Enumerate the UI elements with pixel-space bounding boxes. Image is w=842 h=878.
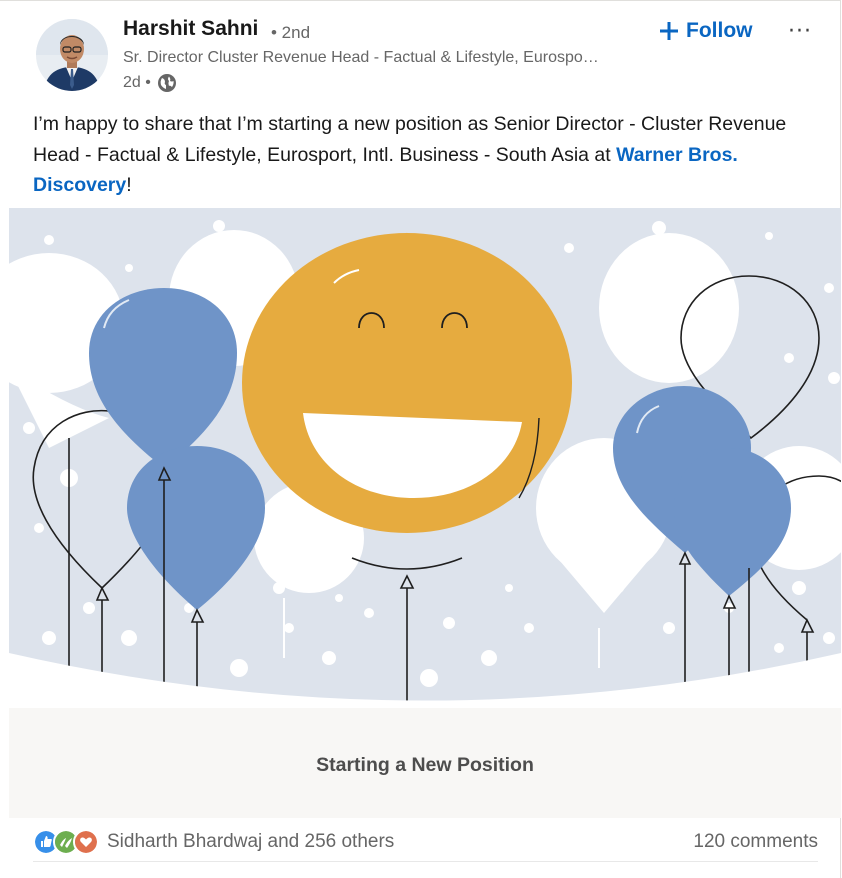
author-headline[interactable]: Sr. Director Cluster Revenue Head - Fact… xyxy=(123,49,643,67)
feed-post-card: Harshit Sahni • 2nd Sr. Director Cluster… xyxy=(0,0,841,878)
author-name[interactable]: Harshit Sahni xyxy=(123,17,258,41)
author-avatar[interactable] xyxy=(36,19,108,91)
post-options-button[interactable]: ··· xyxy=(782,13,818,49)
follow-button[interactable]: Follow xyxy=(650,13,761,49)
connection-degree: • 2nd xyxy=(271,23,311,42)
reactions-count: Sidharth Bhardwaj and 256 others xyxy=(107,831,395,852)
ellipsis-icon: ··· xyxy=(788,18,812,44)
media-caption-panel[interactable]: Starting a New Position xyxy=(9,708,841,818)
reaction-icons xyxy=(33,829,99,855)
globe-icon xyxy=(157,74,176,92)
comments-count-link[interactable]: 120 comments xyxy=(693,831,818,853)
love-icon xyxy=(73,829,99,855)
post-body: I’m happy to share that I’m starting a n… xyxy=(33,109,823,201)
post-time: 2d • xyxy=(123,74,151,91)
reactions-summary[interactable]: Sidharth Bhardwaj and 256 others xyxy=(33,829,394,855)
post-meta: 2d • xyxy=(123,73,177,93)
post-text-end: ! xyxy=(126,174,132,196)
social-counts-bar: Sidharth Bhardwaj and 256 others 120 com… xyxy=(33,823,818,862)
celebration-image[interactable] xyxy=(9,208,841,708)
follow-label: Follow xyxy=(686,19,753,42)
plus-icon xyxy=(660,22,678,40)
media-caption: Starting a New Position xyxy=(316,754,534,776)
